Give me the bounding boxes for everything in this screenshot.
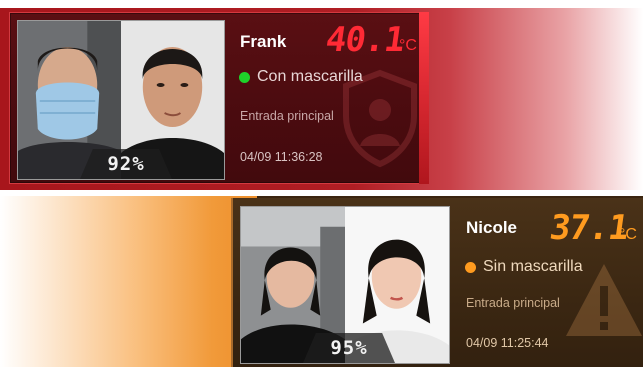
similarity-score-badge: 95% — [303, 333, 395, 363]
mask-status: Con mascarilla — [239, 68, 363, 86]
person-name: Nicole — [466, 218, 518, 237]
face-comparison-nicole[interactable]: 95% — [240, 206, 450, 364]
mask-status-label: Sin mascarilla — [483, 258, 583, 275]
card-edge-accent — [419, 12, 429, 184]
event-timestamp: 04/09 11:36:28 — [240, 150, 323, 164]
temperature-unit: °C — [399, 37, 417, 54]
access-location: Entrada principal — [240, 109, 334, 123]
temperature-unit: °C — [619, 226, 637, 243]
mask-status: Sin mascarilla — [465, 258, 583, 276]
similarity-score-badge: 92% — [80, 149, 172, 179]
face-comparison-frank[interactable]: 92% — [17, 20, 225, 180]
event-timestamp: 04/09 11:25:44 — [466, 336, 549, 350]
similarity-score: 92% — [107, 153, 145, 175]
status-dot-icon — [465, 261, 476, 273]
temperature-value: 40.1 — [323, 20, 407, 60]
mask-status-label: Con mascarilla — [257, 68, 363, 85]
status-dot-icon — [239, 71, 250, 83]
similarity-score: 95% — [330, 337, 368, 359]
person-name: Frank — [240, 32, 287, 51]
access-location: Entrada principal — [466, 296, 560, 310]
